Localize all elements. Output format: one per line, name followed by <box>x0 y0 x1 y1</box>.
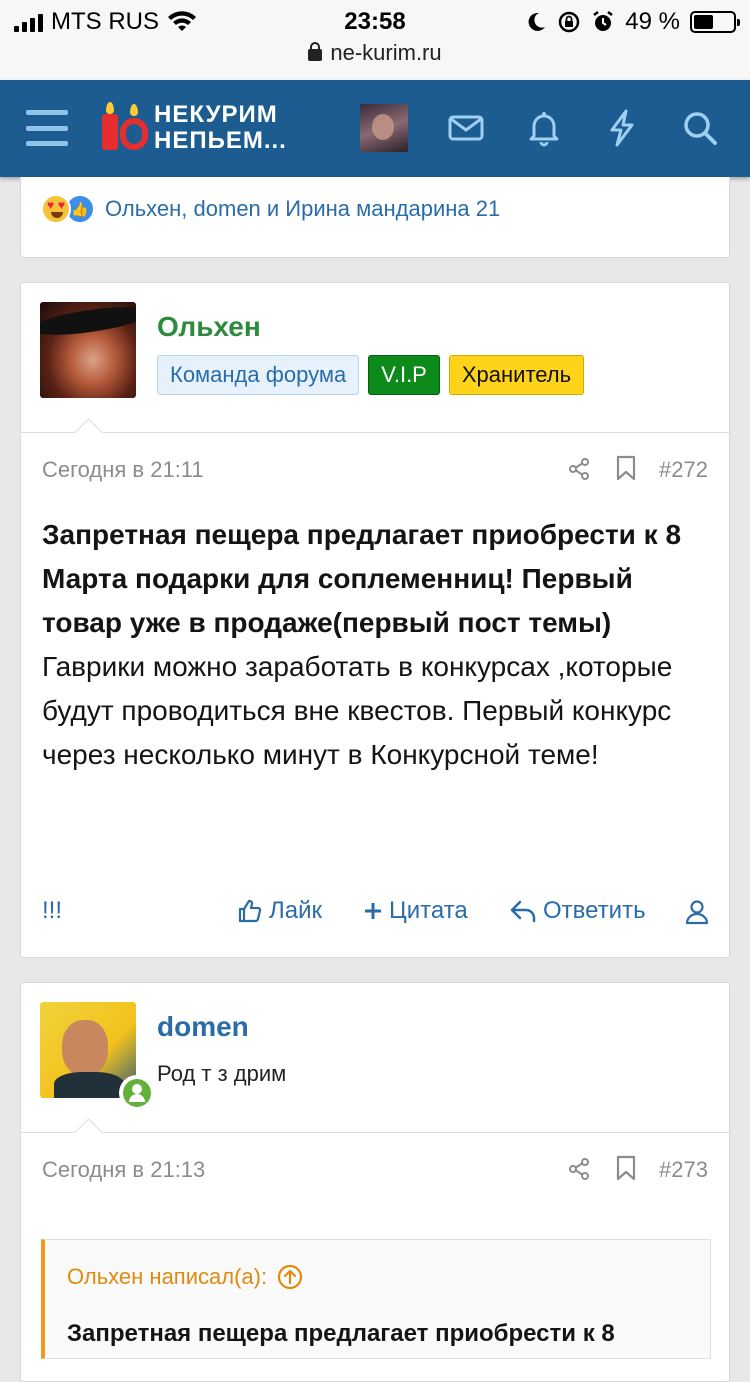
mail-icon[interactable] <box>446 108 486 148</box>
reactions-summary[interactable]: 👍 Ольхен, domen и Ирина мандарина 21 <box>41 194 500 224</box>
badge-vip: V.I.P <box>368 355 440 395</box>
post-actions: !!! Лайк Цитата Ответить <box>21 879 729 949</box>
post-text: Гаврики можно заработать в конкурсах ,ко… <box>42 651 673 770</box>
quote-block: Ольхен написал(а): Запретная пещера пред… <box>41 1239 711 1359</box>
post-273: domen Род т з дрим Сегодня в 21:13 #273 … <box>20 982 730 1382</box>
status-icons: 49 % <box>525 8 740 36</box>
post-meta: Сегодня в 21:13 #273 <box>21 1133 729 1203</box>
logo-text: НЕКУРИМ НЕПЬЕМ... <box>154 101 287 154</box>
post-author-block: Ольхен Команда форума V.I.P Хранитель <box>21 283 729 433</box>
candle-logo-icon <box>100 100 152 156</box>
reply-button[interactable]: Ответить <box>509 897 646 925</box>
quote-author[interactable]: Ольхен написал(а): <box>67 1264 303 1290</box>
battery-percent: 49 % <box>625 8 680 35</box>
author-name[interactable]: Ольхен <box>157 311 261 343</box>
site-logo[interactable]: НЕКУРИМ НЕПЬЕМ... <box>100 100 287 156</box>
user-avatar[interactable] <box>360 104 408 152</box>
quote-button[interactable]: Цитата <box>363 897 468 925</box>
search-icon[interactable] <box>680 108 720 148</box>
post-date[interactable]: Сегодня в 21:11 <box>42 457 204 483</box>
alarm-icon <box>593 11 614 31</box>
moon-icon <box>528 12 546 31</box>
author-avatar[interactable] <box>40 302 136 398</box>
love-reaction-icon <box>41 194 71 224</box>
battery-icon <box>690 11 740 33</box>
lock-icon <box>308 42 323 61</box>
plus-icon <box>365 903 381 919</box>
bookmark-icon[interactable] <box>615 455 637 481</box>
post-number[interactable]: #272 <box>659 457 708 483</box>
post-number[interactable]: #273 <box>659 1157 708 1183</box>
lightning-icon[interactable] <box>602 108 642 148</box>
share-icon[interactable] <box>567 457 591 481</box>
post-date[interactable]: Сегодня в 21:13 <box>42 1157 205 1183</box>
reactions-users[interactable]: Ольхен, domen и Ирина мандарина 21 <box>105 196 500 222</box>
reply-icon <box>510 900 536 923</box>
rotation-lock-icon <box>559 11 580 33</box>
like-button[interactable]: Лайк <box>237 897 322 925</box>
report-button[interactable]: !!! <box>42 897 62 925</box>
post-bold-text: Запретная пещера предлагает приобрести к… <box>42 519 682 638</box>
quote-text: Запретная пещера предлагает приобрести к… <box>67 1320 615 1347</box>
bell-icon[interactable] <box>524 108 564 148</box>
post-272: Ольхен Команда форума V.I.P Хранитель Се… <box>20 282 730 958</box>
user-title: Род т з дрим <box>157 1061 287 1086</box>
user-icon[interactable] <box>685 899 709 925</box>
bookmark-icon[interactable] <box>615 1155 637 1181</box>
user-badges: Команда форума V.I.P Хранитель <box>157 355 585 395</box>
address-bar[interactable]: ne-kurim.ru <box>0 40 750 66</box>
thumbs-up-icon <box>238 899 262 923</box>
site-header: НЕКУРИМ НЕПЬЕМ... <box>0 80 750 177</box>
post-content: Запретная пещера предлагает приобрести к… <box>21 503 729 777</box>
badge-team: Команда форума <box>157 355 360 395</box>
arrow-up-circle-icon <box>277 1264 303 1290</box>
previous-post-footer: 👍 Ольхен, domen и Ирина мандарина 21 <box>20 177 730 258</box>
status-bar: MTS RUS 23:58 49 % ne-kurim.ru <box>0 0 750 80</box>
menu-icon[interactable] <box>26 110 68 146</box>
badge-keeper: Хранитель <box>448 355 585 395</box>
online-status-icon <box>119 1075 155 1111</box>
post-author-block: domen Род т з дрим <box>21 983 729 1133</box>
author-name[interactable]: domen <box>157 1011 249 1043</box>
share-icon[interactable] <box>567 1157 591 1181</box>
post-meta: Сегодня в 21:11 #272 <box>21 433 729 503</box>
url-text: ne-kurim.ru <box>330 40 442 65</box>
